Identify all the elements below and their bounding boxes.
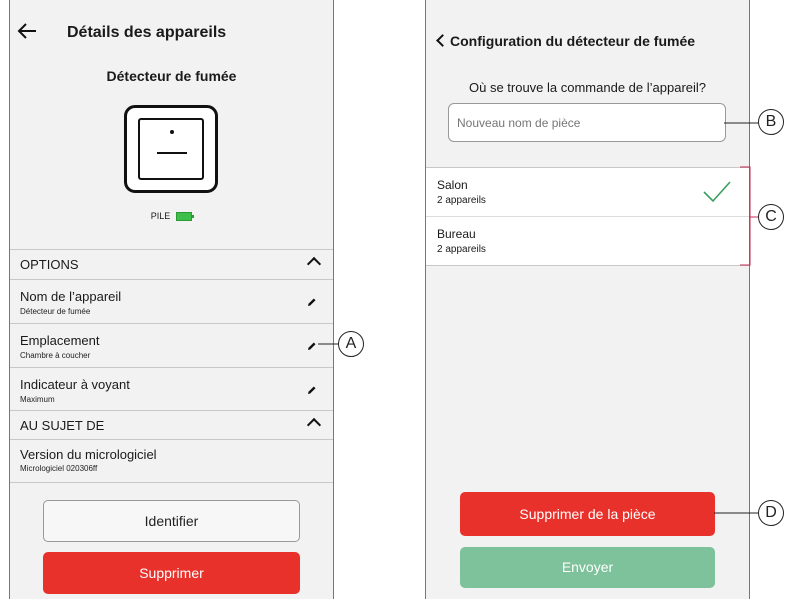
page-header: Configuration du détecteur de fumée [436, 33, 696, 49]
chevron-up-icon[interactable] [306, 256, 322, 272]
about-header-label: AU SUJET DE [20, 418, 105, 433]
callout-d-connector [714, 512, 760, 514]
callout-b-connector [724, 122, 760, 124]
smoke-detector-icon [124, 105, 218, 193]
pencil-icon[interactable] [307, 341, 317, 351]
option-led-indicator[interactable]: Indicateur à voyant Maximum [10, 367, 333, 411]
battery-label: PILE [150, 211, 171, 221]
room-device-count: 2 appareils [437, 244, 486, 255]
callout-a: A [338, 331, 364, 357]
chevron-left-icon[interactable] [436, 34, 449, 47]
device-name-heading: Détecteur de fumée [106, 68, 237, 84]
checkmark-icon [703, 181, 731, 203]
device-details-screen: Détails des appareils Détecteur de fumée… [9, 0, 334, 599]
option-label: Nom de l’appareil [20, 289, 122, 304]
chevron-up-icon[interactable] [306, 417, 322, 433]
callout-b: B [758, 109, 784, 135]
page-title: Détails des appareils [67, 24, 227, 41]
room-item-bureau[interactable]: Bureau 2 appareils [426, 216, 749, 265]
about-label: Version du micrologiciel [20, 447, 157, 462]
option-value: Chambre à coucher [20, 351, 91, 360]
option-value: Détecteur de fumée [20, 307, 91, 316]
about-value: Micrologiciel 020306ff [20, 464, 98, 473]
options-section-header[interactable]: OPTIONS [10, 249, 333, 278]
options-header-label: OPTIONS [20, 257, 79, 272]
about-section-header[interactable]: AU SUJET DE [10, 410, 333, 439]
option-label: Indicateur à voyant [20, 377, 130, 392]
option-device-name[interactable]: Nom de l’appareil Détecteur de fumée [10, 279, 333, 323]
back-arrow-icon[interactable] [16, 20, 38, 46]
send-button[interactable]: Envoyer [460, 547, 715, 588]
pencil-icon[interactable] [307, 385, 317, 395]
identify-button[interactable]: Identifier [43, 500, 300, 542]
option-value: Maximum [20, 395, 55, 404]
callout-d: D [758, 500, 784, 526]
battery-icon [176, 212, 195, 222]
page-title: Configuration du détecteur de fumée [450, 33, 696, 49]
room-device-count: 2 appareils [437, 195, 486, 206]
callout-c: C [758, 204, 784, 230]
pencil-icon[interactable] [307, 297, 317, 307]
battery-status: PILE [10, 211, 333, 222]
room-name: Bureau [437, 227, 476, 241]
room-name: Salon [437, 178, 468, 192]
option-label: Emplacement [20, 333, 100, 348]
about-firmware-version: Version du micrologiciel Micrologiciel 0… [10, 439, 333, 483]
delete-button[interactable]: Supprimer [43, 552, 300, 594]
remove-from-room-button[interactable]: Supprimer de la pièce [460, 492, 715, 536]
option-location[interactable]: Emplacement Chambre à coucher [10, 323, 333, 367]
room-item-salon[interactable]: Salon 2 appareils [426, 168, 749, 216]
new-room-name-input[interactable] [448, 103, 726, 142]
detector-configuration-screen: Configuration du détecteur de fumée Où s… [425, 0, 750, 599]
room-list: Salon 2 appareils Bureau 2 appareils [426, 167, 749, 266]
location-question: Où se trouve la commande de l’appareil? [468, 80, 707, 95]
